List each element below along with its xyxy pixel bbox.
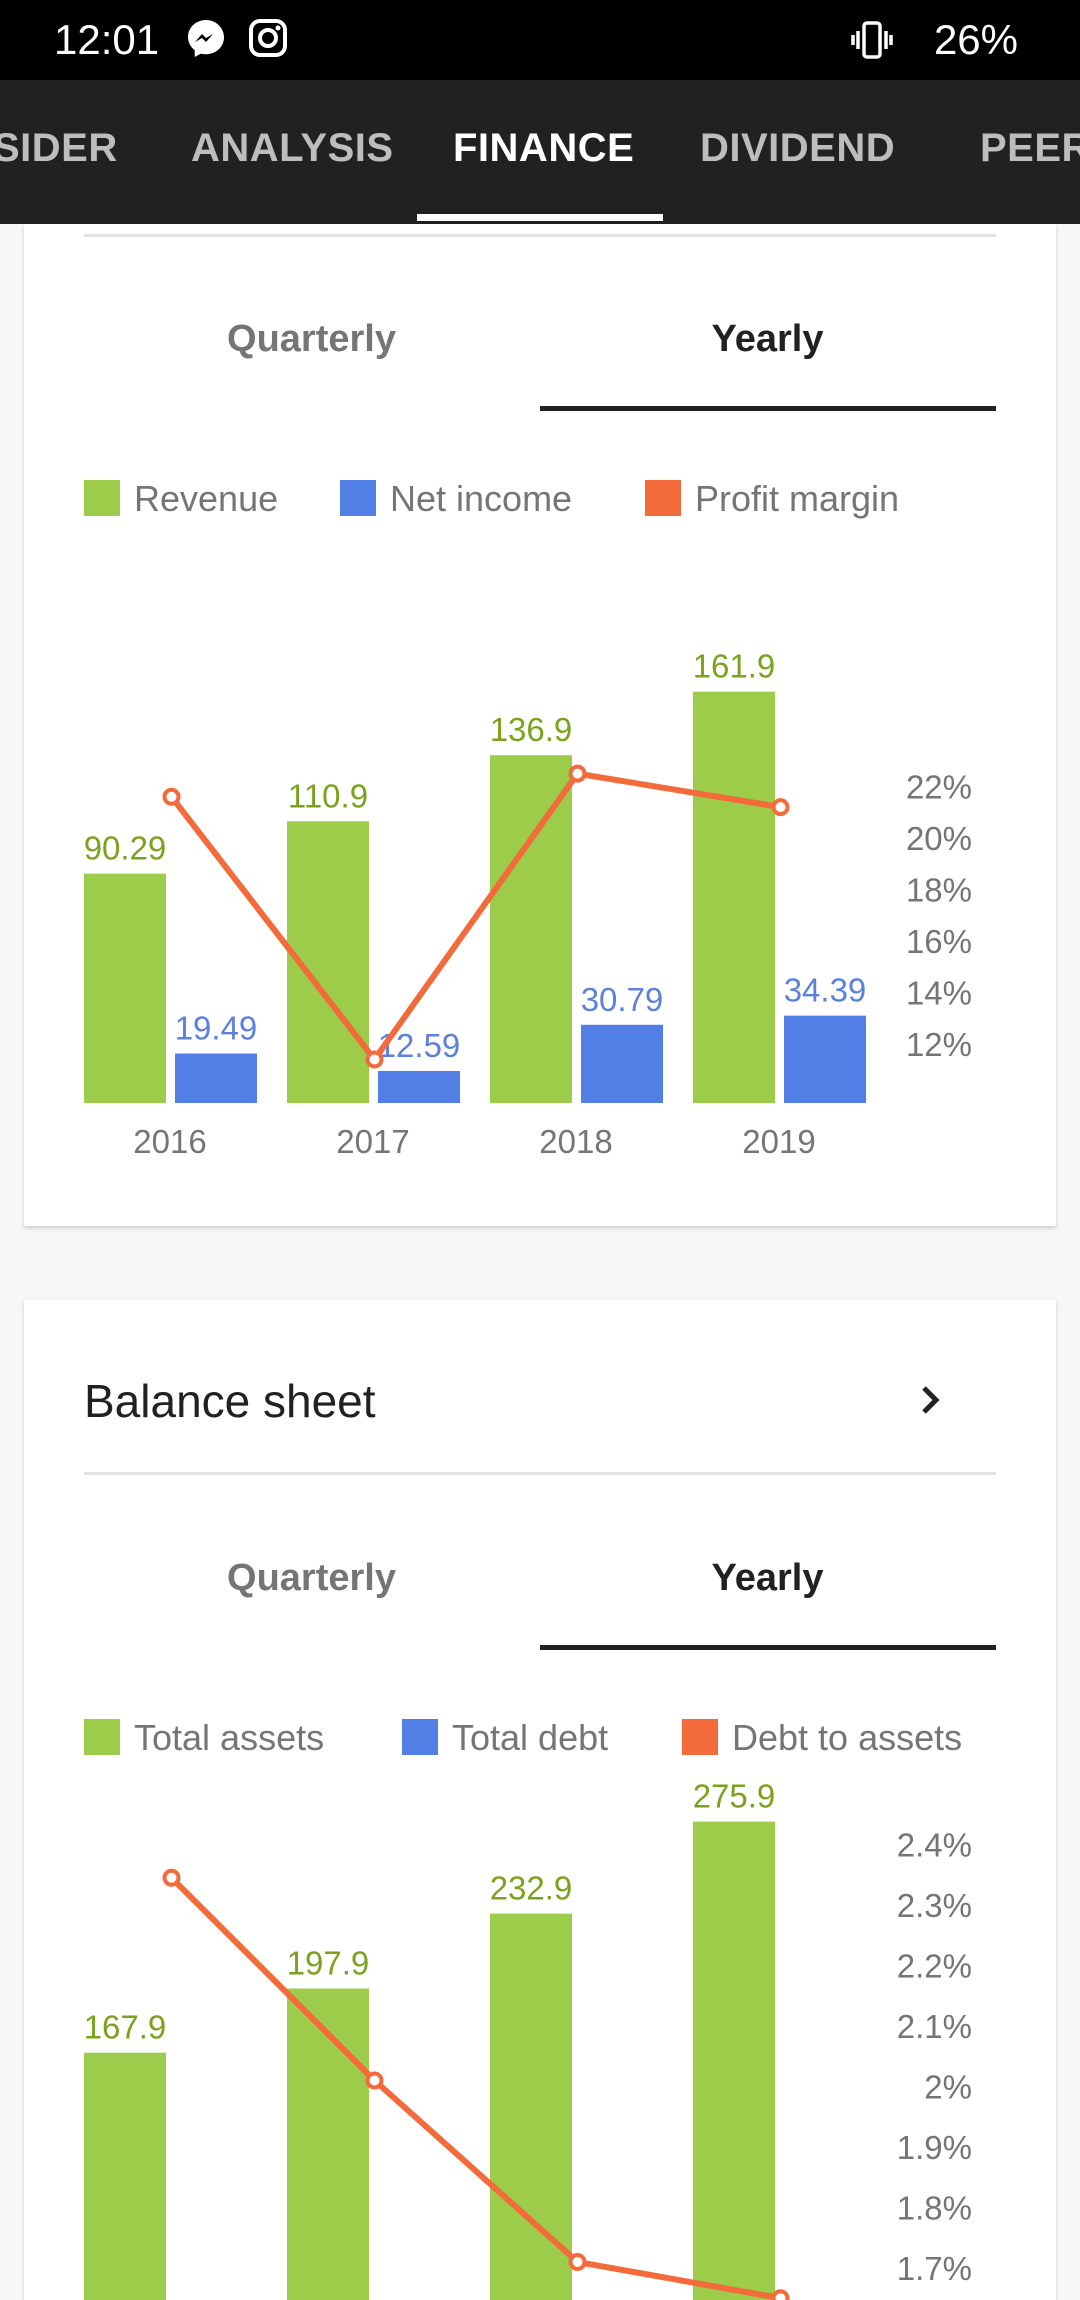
data-label: 232.9 xyxy=(490,1870,573,1907)
bar-total-assets-2016 xyxy=(84,2053,166,2300)
data-label: 197.9 xyxy=(287,1944,370,1981)
line-point xyxy=(571,2255,585,2269)
line-point xyxy=(368,2073,382,2087)
line-point xyxy=(165,1871,179,1885)
y-right-tick-label: 2.4% xyxy=(897,1827,972,1864)
balance-chart: 167.93.939197.93.969232.94.019275.94.559… xyxy=(0,0,1080,2280)
y-right-tick-label: 2.3% xyxy=(897,1887,972,1924)
y-right-tick-label: 1.8% xyxy=(897,2190,972,2227)
line-point xyxy=(774,2291,788,2300)
data-label: 275.9 xyxy=(693,1778,776,1815)
y-right-tick-label: 2% xyxy=(924,2069,972,2106)
y-right-tick-label: 2.2% xyxy=(897,1948,972,1985)
bar-total-assets-2019 xyxy=(693,1822,775,2300)
y-right-tick-label: 1.7% xyxy=(897,2250,972,2287)
line-debt-to-assets xyxy=(172,1878,781,2298)
y-right-tick-label: 1.9% xyxy=(897,2129,972,2166)
y-right-tick-label: 2.1% xyxy=(897,2008,972,2045)
data-label: 167.9 xyxy=(84,2009,167,2046)
